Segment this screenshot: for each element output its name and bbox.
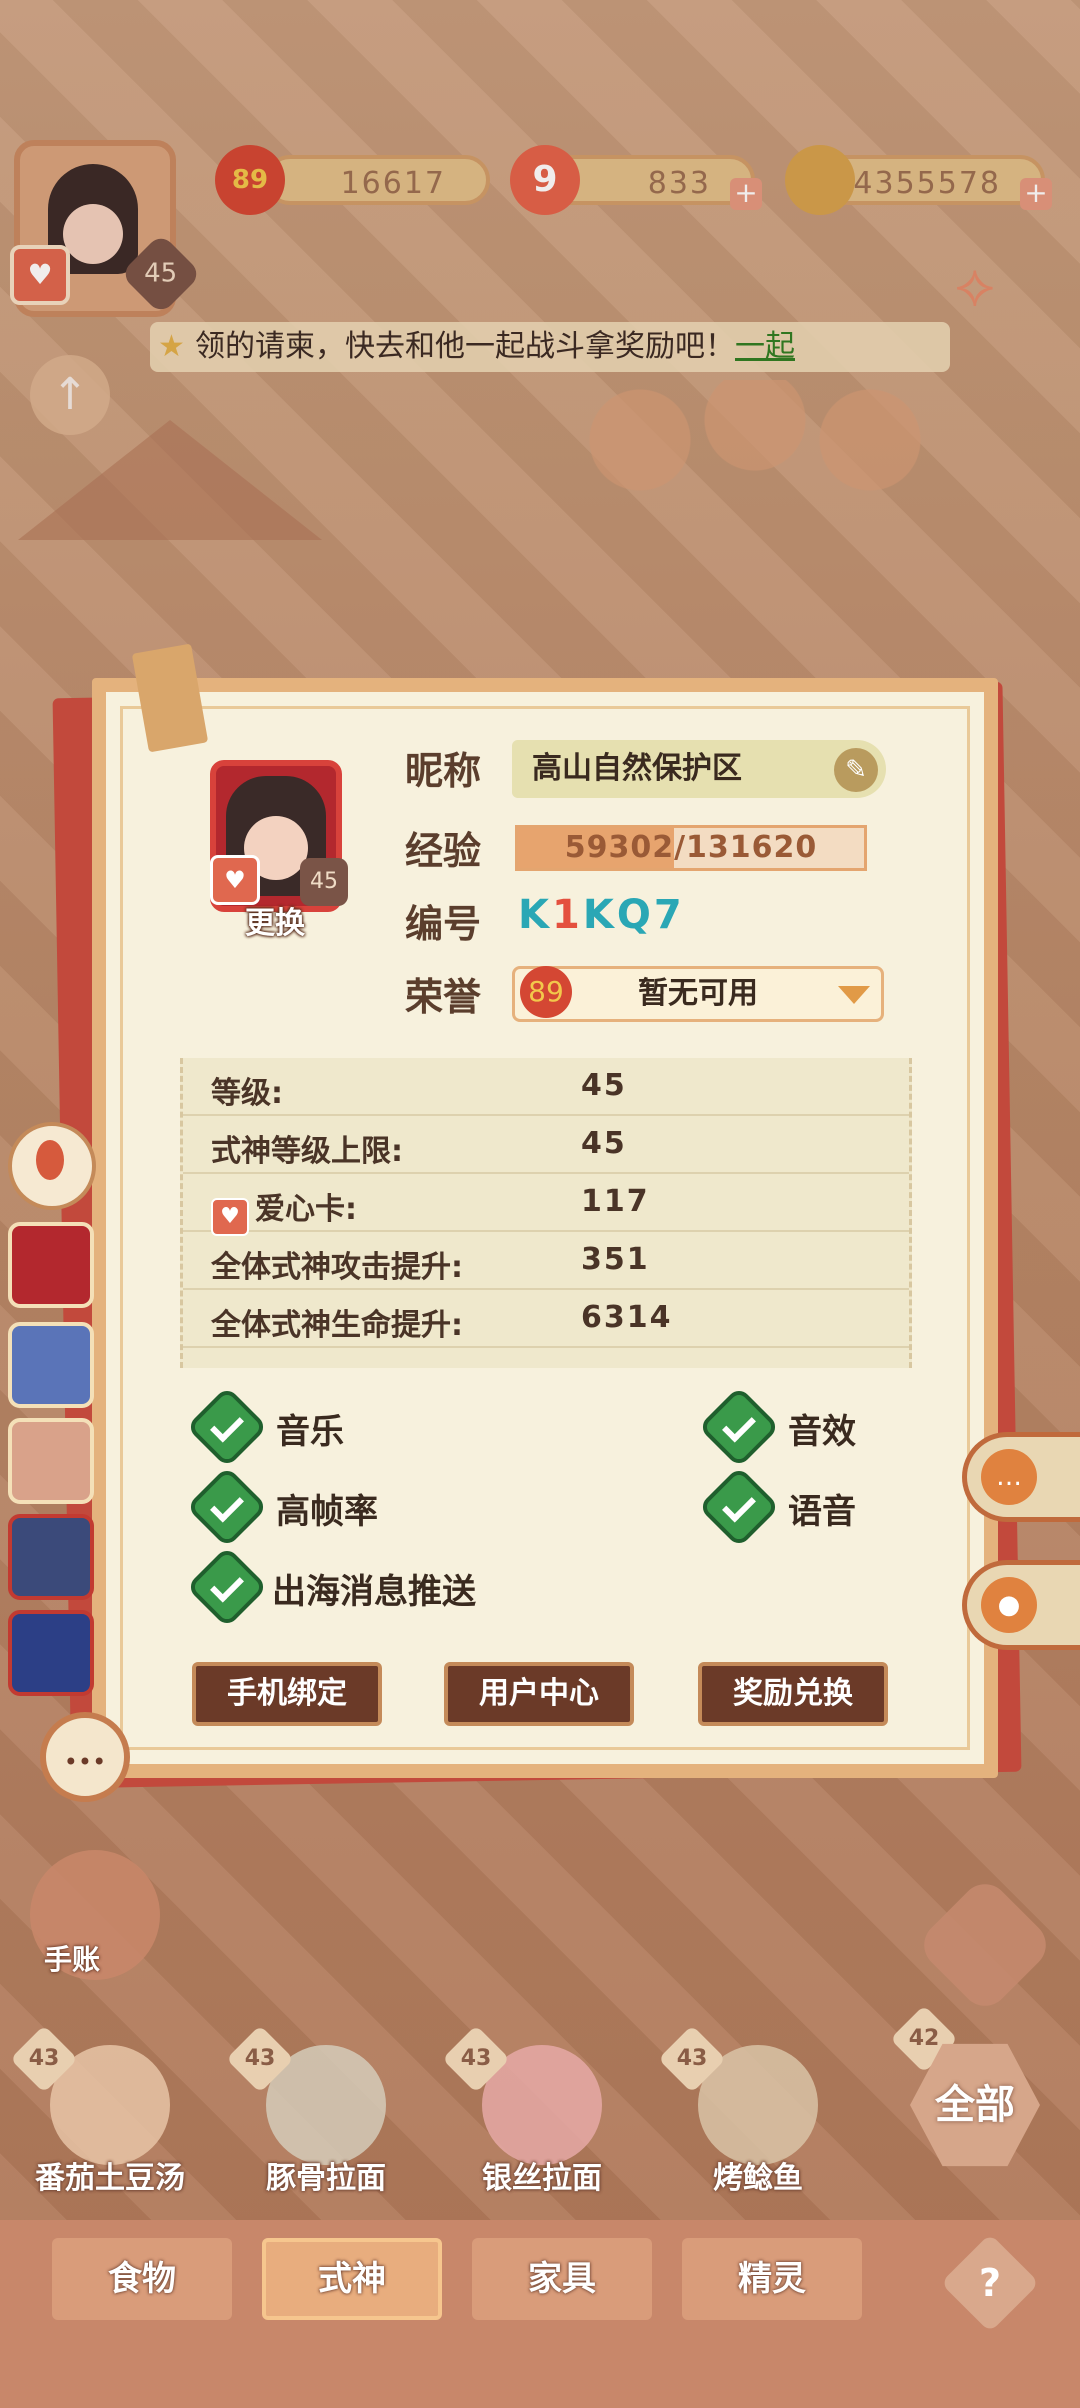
high-fps-label: 高帧率 <box>276 1492 378 1532</box>
push-label: 出海消息推送 <box>272 1572 476 1612</box>
music-label: 音乐 <box>276 1412 344 1452</box>
avatar-tab-2[interactable] <box>8 1322 94 1408</box>
stat-value: 45 <box>581 1068 627 1103</box>
more-icon[interactable] <box>40 1712 130 1802</box>
tab-shikigami[interactable]: 式神 <box>262 2238 442 2320</box>
avatar-tab-5[interactable] <box>8 1610 94 1696</box>
id-label: 编号 <box>405 902 482 946</box>
tab-furniture[interactable]: 家具 <box>472 2238 652 2320</box>
dish-item[interactable]: 43 银丝拉面 <box>442 2025 632 2196</box>
dish-name: 银丝拉面 <box>482 2161 602 2196</box>
stat-key-text: 等级: <box>211 1076 283 1111</box>
nickname-label: 昵称 <box>405 749 482 793</box>
avatar-tab-4[interactable] <box>8 1514 94 1600</box>
honor-label: 荣誉 <box>405 975 482 1019</box>
avatar-tab-3[interactable] <box>8 1418 94 1504</box>
edit-nickname-icon[interactable]: ✎ <box>834 748 878 792</box>
dish-item[interactable]: 43 豚骨拉面 <box>226 2025 416 2196</box>
exp-text: 59302/131620 <box>564 830 818 865</box>
dish-level-badge: 43 <box>226 2025 294 2093</box>
stat-key: 式神等级上限: <box>211 1126 403 1170</box>
dish-level-badge: 43 <box>442 2025 510 2093</box>
dish-name: 豚骨拉面 <box>266 2161 386 2196</box>
phone-bind-button[interactable]: 手机绑定 <box>192 1662 382 1726</box>
handbook-label: 手账 <box>44 1943 101 1976</box>
nickname-field: 高山自然保护区 <box>512 740 886 798</box>
stat-key: 全体式神生命提升: <box>211 1300 463 1344</box>
player-id: K1KQ7 <box>518 892 685 938</box>
exp-bar: 59302/131620 <box>515 825 867 871</box>
stat-row: ♥ 爱心卡: 117 <box>183 1174 909 1236</box>
chat-button[interactable]: … <box>962 1432 1080 1522</box>
honor-badge-icon: 89 <box>520 966 572 1018</box>
stat-key: ♥ 爱心卡: <box>211 1184 357 1236</box>
stat-key-text: 式神等级上限: <box>211 1134 403 1169</box>
stats-table: 等级: 45 式神等级上限: 45 ♥ 爱心卡: 117 全体式神攻击提升: 351 全体式神生命… <box>180 1058 912 1368</box>
avatar-tab-1[interactable] <box>8 1222 94 1308</box>
character-icon: ● <box>981 1577 1037 1633</box>
user-center-button[interactable]: 用户中心 <box>444 1662 634 1726</box>
voice-label: 语音 <box>788 1492 856 1532</box>
tab-food[interactable]: 食物 <box>52 2238 232 2320</box>
stat-row: 式神等级上限: 45 <box>183 1116 909 1174</box>
dish-name: 烤鲶鱼 <box>713 2161 803 2196</box>
chevron-down-icon[interactable] <box>838 986 870 1004</box>
tab-spirit[interactable]: 精灵 <box>682 2238 862 2320</box>
stat-row: 全体式神攻击提升: 351 <box>183 1232 909 1290</box>
exp-label: 经验 <box>405 829 482 873</box>
stat-value: 117 <box>581 1184 650 1219</box>
help-button[interactable]: ? <box>940 2233 1040 2333</box>
stat-value: 45 <box>581 1126 627 1161</box>
stat-key: 全体式神攻击提升: <box>211 1242 463 1286</box>
stat-row: 全体式神生命提升: 6314 <box>183 1290 909 1348</box>
stat-value: 6314 <box>581 1300 673 1335</box>
character-button[interactable]: ● <box>962 1560 1080 1650</box>
dish-level-badge: 43 <box>658 2025 726 2093</box>
sfx-label: 音效 <box>788 1412 856 1452</box>
stat-row: 等级: 45 <box>183 1058 909 1116</box>
stat-key-text: 全体式神攻击提升: <box>211 1250 463 1285</box>
profile-tab-icon[interactable] <box>8 1122 96 1210</box>
stat-value: 351 <box>581 1242 650 1277</box>
stat-key: 等级: <box>211 1068 283 1112</box>
heart-icon: ♥ <box>211 1198 249 1236</box>
change-avatar-button[interactable]: 更换 <box>230 898 320 942</box>
dish-item[interactable]: 43 番茄土豆汤 <box>10 2025 200 2196</box>
dish-level-badge: 43 <box>10 2025 78 2093</box>
stat-key-text: 全体式神生命提升: <box>211 1308 463 1343</box>
chat-icon: … <box>981 1449 1037 1505</box>
dish-name: 番茄土豆汤 <box>35 2161 185 2196</box>
dish-item[interactable]: 43 烤鲶鱼 <box>658 2025 848 2196</box>
redeem-button[interactable]: 奖励兑换 <box>698 1662 888 1726</box>
stat-key-text: 爱心卡: <box>255 1192 357 1227</box>
